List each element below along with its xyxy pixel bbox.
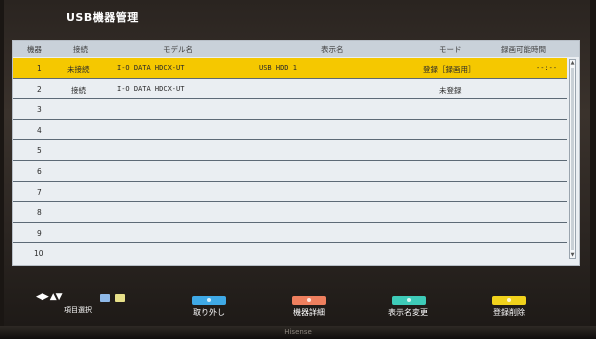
row-connection: 未接続 [67, 65, 90, 74]
table-row[interactable]: 7 [13, 182, 567, 203]
row-number: 3 [37, 105, 42, 115]
row-mode: 登録［録画用］ [423, 65, 476, 74]
red-key-icon[interactable] [292, 296, 326, 305]
col-display: 表示名 [321, 45, 344, 54]
table-body: 1 未接続 I-O DATA HDCX-UT USB HDD 1 登録［録画用］… [13, 58, 567, 264]
nav-hint-label: 項目選択 [64, 306, 92, 314]
row-record-time: --:-- [536, 64, 558, 72]
rename-button[interactable]: 表示名変更 [388, 307, 428, 318]
scroll-thumb[interactable] [571, 68, 574, 250]
row-number: 7 [37, 187, 42, 197]
table-row[interactable]: 9 [13, 223, 567, 244]
blue-key-icon[interactable] [192, 296, 226, 305]
col-record-time: 録画可能時間 [501, 45, 546, 54]
row-model: I-O DATA HDCX-UT [117, 84, 185, 93]
row-number: 4 [37, 125, 42, 135]
row-connection: 接続 [71, 85, 86, 95]
row-mode: 未登録 [439, 85, 462, 95]
table-row[interactable]: 5 [13, 140, 567, 161]
unregister-button[interactable]: 登録削除 [493, 307, 525, 318]
device-details-button[interactable]: 機器詳細 [293, 307, 325, 318]
col-model: モデル名 [163, 45, 193, 54]
row-display-name: USB HDD 1 [259, 64, 297, 72]
remove-button[interactable]: 取り外し [193, 307, 225, 318]
col-mode: モード [439, 45, 462, 54]
row-number: 1 [37, 64, 42, 73]
table-row[interactable]: 2 接続 I-O DATA HDCX-UT 未登録 [13, 79, 567, 100]
row-number: 9 [37, 228, 42, 238]
row-number: 10 [34, 249, 44, 259]
green-key-icon[interactable] [392, 296, 426, 305]
mini-yellow-key-icon [115, 294, 125, 302]
scroll-up-icon[interactable]: ▲ [570, 60, 575, 66]
col-device: 機器 [27, 45, 42, 54]
row-number: 2 [37, 84, 42, 94]
arrow-keys-icon: ◀▶ ▲▼ [36, 292, 63, 302]
row-number: 5 [37, 146, 42, 156]
row-number: 8 [37, 208, 42, 218]
table-row[interactable]: 8 [13, 202, 567, 223]
mini-blue-key-icon [100, 294, 110, 302]
device-table: 機器 接続 モデル名 表示名 モード 録画可能時間 1 未接続 I-O DATA… [12, 40, 580, 266]
page-title: USB機器管理 [66, 11, 139, 24]
scroll-down-icon[interactable]: ▼ [570, 252, 575, 258]
table-row[interactable]: 6 [13, 161, 567, 182]
yellow-key-icon[interactable] [492, 296, 526, 305]
table-row[interactable]: 1 未接続 I-O DATA HDCX-UT USB HDD 1 登録［録画用］… [13, 58, 567, 79]
scrollbar[interactable]: ▲ ▼ [569, 59, 576, 259]
table-row[interactable]: 4 [13, 120, 567, 141]
row-number: 6 [37, 166, 42, 176]
brand-logo: Hisense [284, 328, 312, 336]
col-connection: 接続 [73, 45, 88, 54]
table-header: 機器 接続 モデル名 表示名 モード 録画可能時間 [13, 41, 579, 57]
table-row[interactable]: 10 [13, 243, 567, 264]
row-model: I-O DATA HDCX-UT [117, 64, 185, 72]
table-row[interactable]: 3 [13, 99, 567, 120]
